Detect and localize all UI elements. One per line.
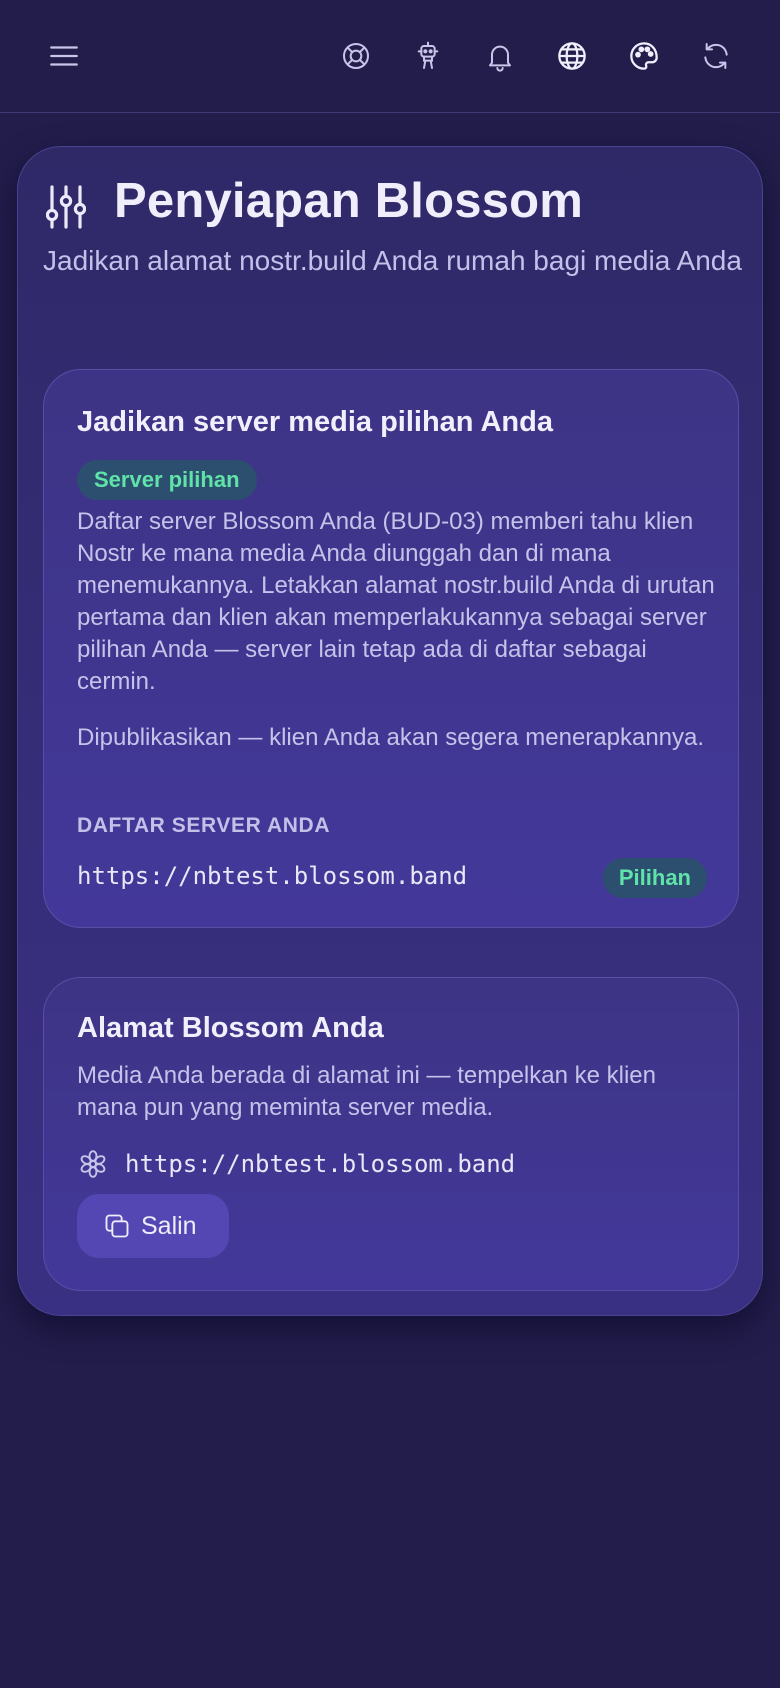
- address-row: https://nbtest.blossom.band: [77, 1146, 697, 1182]
- card-description: Media Anda berada di alamat ini — tempel…: [77, 1062, 656, 1121]
- menu-icon[interactable]: [44, 36, 84, 76]
- server-list-item: https://nbtest.blossom.band Pilihan: [77, 858, 707, 898]
- preferred-tag: Pilihan: [602, 858, 707, 898]
- blossom-setup-panel: Penyiapan Blossom Jadikan alamat nostr.b…: [17, 146, 763, 1316]
- page-subtitle: Jadikan alamat nostr.build Anda rumah ba…: [43, 245, 742, 276]
- card-title: Jadikan server media pilihan Anda: [77, 406, 553, 438]
- bell-icon[interactable]: [480, 36, 520, 76]
- blossom-address: https://nbtest.blossom.band: [125, 1150, 516, 1178]
- card-description: Daftar server Blossom Anda (BUD-03) memb…: [77, 508, 715, 695]
- top-bar: [0, 0, 780, 113]
- lifebuoy-icon[interactable]: [336, 36, 376, 76]
- blossom-address-card: Alamat Blossom Anda Media Anda berada di…: [43, 977, 739, 1291]
- card-title: Alamat Blossom Anda: [77, 1012, 384, 1044]
- robot-icon[interactable]: [408, 36, 448, 76]
- copy-button[interactable]: Salin: [77, 1194, 229, 1258]
- globe-icon[interactable]: [552, 36, 592, 76]
- refresh-icon[interactable]: [696, 36, 736, 76]
- flower-icon: [77, 1148, 109, 1180]
- sliders-icon: [45, 185, 87, 229]
- copy-button-label: Salin: [141, 1211, 197, 1240]
- publish-status: Dipublikasikan — klien Anda akan segera …: [77, 724, 705, 751]
- palette-icon[interactable]: [624, 36, 664, 76]
- server-list-label: DAFTAR SERVER ANDA: [77, 814, 331, 837]
- copy-icon: [103, 1212, 131, 1240]
- preferred-server-card: Jadikan server media pilihan Anda Server…: [43, 369, 739, 928]
- status-badge: Server pilihan: [77, 460, 257, 500]
- server-url: https://nbtest.blossom.band: [77, 862, 468, 890]
- page-title: Penyiapan Blossom: [114, 174, 584, 228]
